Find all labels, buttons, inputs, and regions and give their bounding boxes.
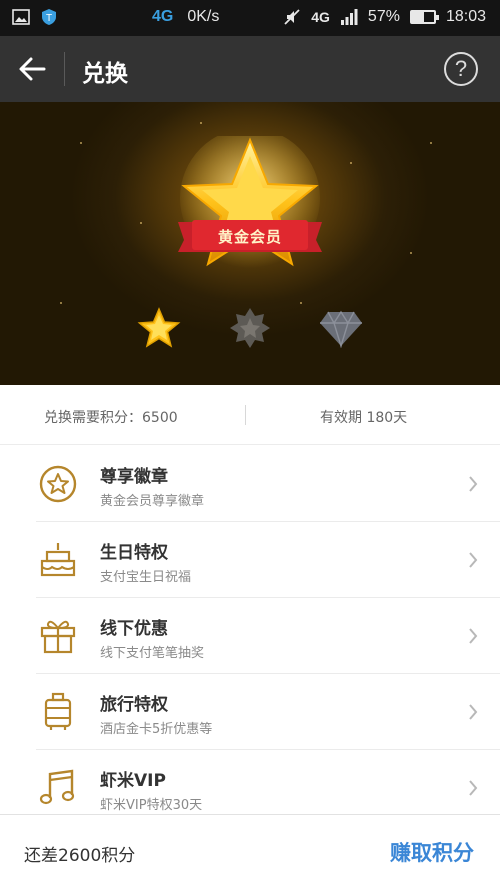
- back-arrow-icon[interactable]: [14, 53, 50, 85]
- network-speed: 4G 0K/s: [152, 8, 219, 26]
- points-required: 兑换需要积分：6500: [44, 410, 178, 426]
- remaining-points: 还差2600积分: [24, 846, 136, 866]
- help-button[interactable]: ?: [444, 52, 478, 86]
- music-note-icon: [39, 769, 75, 805]
- clock: 18:03: [445, 8, 486, 25]
- benefit-title: 生日特权: [100, 543, 168, 563]
- exchange-info-row: 兑换需要积分：6500 有效期 180天: [0, 385, 500, 445]
- validity-period: 有效期 180天: [320, 410, 408, 426]
- benefit-item-birthday[interactable]: 生日特权 支付宝生日祝福: [0, 522, 500, 598]
- chevron-right-icon: [469, 704, 478, 720]
- chevron-right-icon: [469, 628, 478, 644]
- status-bar: T 4G 0K/s 4G 57% 18:03: [0, 0, 500, 36]
- mute-icon: [284, 9, 300, 25]
- gold-star-medal-icon: [178, 136, 322, 268]
- benefit-title: 旅行特权: [100, 695, 168, 715]
- benefit-subtitle: 黄金会员尊享徽章: [100, 494, 205, 509]
- benefit-subtitle: 酒店金卡5折优惠等: [100, 722, 213, 737]
- star-badge-icon: [39, 465, 77, 503]
- gold-level-star-icon[interactable]: [137, 307, 181, 349]
- luggage-icon: [44, 692, 72, 730]
- bottom-bar: 还差2600积分 赚取积分: [0, 814, 500, 879]
- battery-percent: 57%: [367, 8, 400, 25]
- title-divider: [64, 52, 65, 86]
- page-title: 兑换: [82, 61, 128, 87]
- chevron-right-icon: [469, 552, 478, 568]
- app-bar: 兑换 ?: [0, 36, 500, 102]
- medal-label: 黄金会员: [217, 228, 282, 246]
- benefit-item-offline[interactable]: 线下优惠 线下支付笔笔抽奖: [0, 598, 500, 674]
- benefit-subtitle: 虾米VIP特权30天: [100, 798, 203, 813]
- benefit-title: 线下优惠: [100, 619, 168, 639]
- battery-icon: [409, 10, 439, 24]
- benefit-item-badge[interactable]: 尊享徽章 黄金会员尊享徽章: [0, 446, 500, 522]
- earn-points-button[interactable]: 赚取积分: [390, 837, 474, 867]
- speed-label: 0K/s: [187, 8, 220, 25]
- benefit-list: 尊享徽章 黄金会员尊享徽章 生日特权 支付宝生日祝福 线下优惠 线下支付笔笔抽奖: [0, 446, 500, 826]
- info-divider: [245, 405, 246, 425]
- shield-notification-icon: T: [42, 9, 56, 25]
- benefit-title: 尊享徽章: [100, 467, 168, 487]
- benefit-title: 虾米VIP: [100, 771, 166, 791]
- signal-bars-icon: [340, 9, 358, 25]
- platinum-level-badge-icon[interactable]: [228, 306, 272, 350]
- signal-gen-label: 4G: [311, 9, 330, 25]
- chevron-right-icon: [469, 780, 478, 796]
- chevron-right-icon: [469, 476, 478, 492]
- svg-text:T: T: [46, 13, 52, 24]
- cake-icon: [40, 543, 76, 577]
- gallery-notification-icon: [12, 9, 30, 25]
- network-gen-label: 4G: [152, 8, 174, 25]
- diamond-level-icon[interactable]: [318, 310, 364, 348]
- benefit-subtitle: 支付宝生日祝福: [100, 570, 192, 585]
- benefit-item-travel[interactable]: 旅行特权 酒店金卡5折优惠等: [0, 674, 500, 750]
- benefit-subtitle: 线下支付笔笔抽奖: [100, 646, 205, 661]
- gift-icon: [40, 620, 76, 654]
